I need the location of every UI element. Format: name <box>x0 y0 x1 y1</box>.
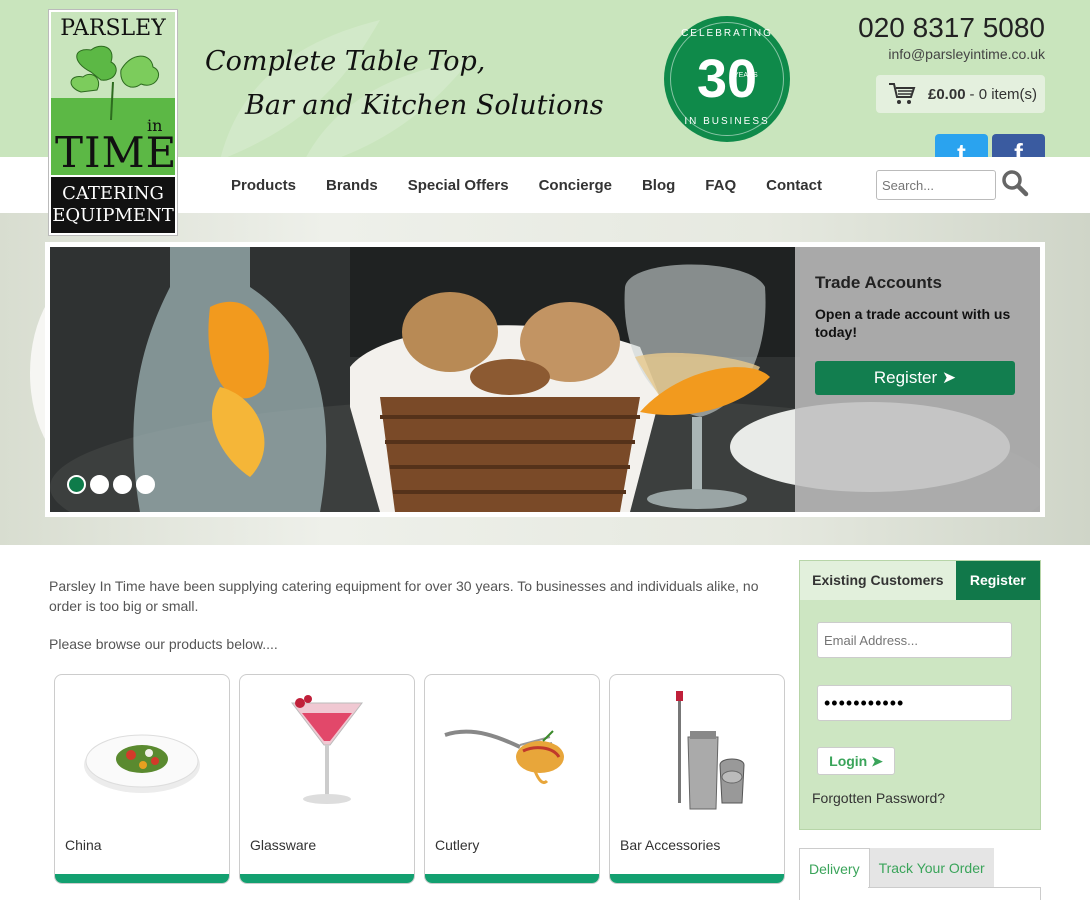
badge-top-text: CELEBRATING <box>681 28 773 39</box>
phone-number[interactable]: 020 8317 5080 <box>858 12 1045 44</box>
hero-slide: Trade Accounts Open a trade account with… <box>50 247 1040 512</box>
logo-parsley: PARSLEY <box>60 16 166 41</box>
login-panel: Existing Customers Register Login ➤ Forg… <box>799 560 1041 830</box>
category-card-china[interactable]: China <box>54 674 230 884</box>
cart-button[interactable]: £0.00 - 0 item(s) <box>876 75 1045 113</box>
nav-item-blog[interactable]: Blog <box>642 177 675 194</box>
nav-item-contact[interactable]: Contact <box>766 177 822 194</box>
category-label: Glassware <box>250 837 317 853</box>
tagline-line2: Bar and Kitchen Solutions <box>245 90 604 121</box>
badge-years: YEARS <box>734 72 758 79</box>
email-field[interactable] <box>817 622 1012 658</box>
login-button[interactable]: Login ➤ <box>817 747 895 775</box>
tagline-line1: Complete Table Top, <box>205 46 486 77</box>
site-logo[interactable]: PARSLEY in TIME CATERING EQUIPMENT <box>49 10 177 235</box>
logo-equipment: EQUIPMENT <box>52 205 174 226</box>
tab-delivery[interactable]: Delivery <box>799 848 870 888</box>
tagline: Complete Table Top, Bar and Kitchen Solu… <box>205 40 604 128</box>
trade-accounts-panel: Trade Accounts Open a trade account with… <box>795 247 1040 512</box>
card-accent-bar <box>240 874 414 883</box>
category-card-bar-accessories[interactable]: Bar Accessories <box>609 674 785 884</box>
category-label: Cutlery <box>435 837 480 853</box>
email-link[interactable]: info@parsleyintime.co.uk <box>888 46 1045 62</box>
slider-dot-1[interactable] <box>67 475 86 494</box>
cart-icon <box>889 83 916 104</box>
intro-paragraph: Parsley In Time have been supplying cate… <box>49 578 759 614</box>
logo-catering: CATERING <box>62 183 164 204</box>
forgot-password-link[interactable]: Forgotten Password? <box>812 790 945 806</box>
nav-item-concierge[interactable]: Concierge <box>539 177 612 194</box>
nav-list: Products Brands Special Offers Concierge… <box>216 177 837 194</box>
search-icon[interactable] <box>1000 168 1030 198</box>
twitter-button[interactable]: t <box>935 134 988 157</box>
category-card-cutlery[interactable]: Cutlery <box>424 674 600 884</box>
cart-amount: £0.00 <box>928 85 966 103</box>
trade-register-button[interactable]: Register ➤ <box>815 361 1015 395</box>
nav-item-brands[interactable]: Brands <box>326 177 378 194</box>
slider-dot-2[interactable] <box>90 475 109 494</box>
badge-bottom-text: IN BUSINESS <box>684 116 770 127</box>
tab-track-order[interactable]: Track Your Order <box>869 848 994 888</box>
logo-catering-equipment: CATERING EQUIPMENT <box>51 177 175 233</box>
card-accent-bar <box>610 874 784 883</box>
category-label: China <box>65 837 102 853</box>
cutlery-image <box>444 729 564 785</box>
card-accent-bar <box>55 874 229 883</box>
slider-dots <box>67 475 159 494</box>
category-label: Bar Accessories <box>620 837 721 853</box>
facebook-button[interactable]: f <box>992 134 1045 157</box>
login-tabs: Existing Customers Register <box>800 561 1040 600</box>
nav-item-products[interactable]: Products <box>231 177 296 194</box>
nav-item-faq[interactable]: FAQ <box>705 177 736 194</box>
cart-items: - 0 item(s) <box>969 85 1038 103</box>
china-image <box>84 734 200 793</box>
slider-dot-3[interactable] <box>113 475 132 494</box>
facebook-icon: f <box>1014 138 1023 157</box>
trade-text: Open a trade account with us today! <box>815 306 1011 340</box>
parsley-leaf-icon <box>70 45 159 121</box>
logo-time: TIME <box>55 128 178 177</box>
trade-title: Trade Accounts <box>815 273 942 292</box>
category-card-glassware[interactable]: Glassware <box>239 674 415 884</box>
delivery-tab-body <box>799 887 1041 900</box>
category-cards: China Glassware Cutlery Bar Accessories <box>54 674 794 884</box>
twitter-icon: t <box>957 138 966 157</box>
delivery-tabs: Delivery Track Your Order <box>799 848 994 888</box>
tab-existing-customers[interactable]: Existing Customers <box>800 561 956 600</box>
tab-register[interactable]: Register <box>955 561 1040 600</box>
password-field[interactable] <box>817 685 1012 721</box>
search-input[interactable] <box>876 170 996 200</box>
nav-item-special-offers[interactable]: Special Offers <box>408 177 509 194</box>
hero-slider: Trade Accounts Open a trade account with… <box>45 242 1045 517</box>
badge-number: 30 <box>696 49 758 109</box>
browse-text: Please browse our products below.... <box>49 636 278 652</box>
glassware-image <box>290 695 364 804</box>
card-accent-bar <box>425 874 599 883</box>
bar-accessories-image <box>676 691 745 810</box>
anniversary-badge: CELEBRATING 30 YEARS IN BUSINESS <box>664 16 790 142</box>
slider-dot-4[interactable] <box>136 475 155 494</box>
